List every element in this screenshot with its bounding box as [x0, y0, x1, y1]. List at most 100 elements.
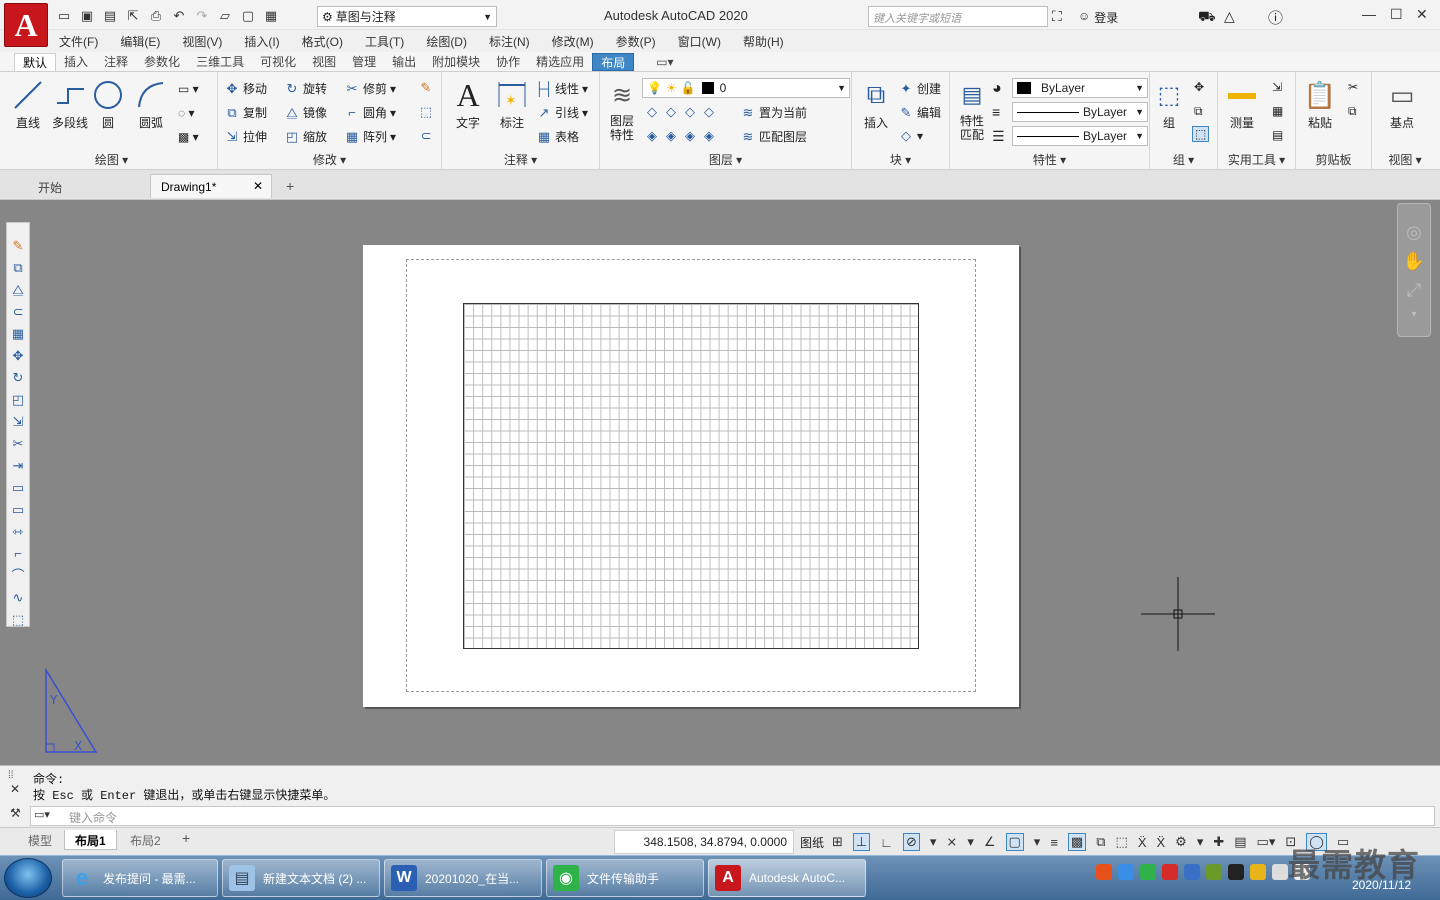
tab-annotate[interactable]: 注释 [96, 53, 136, 71]
panel-groups-title[interactable]: 组 ▾ [1150, 151, 1217, 168]
share-icon[interactable]: ▢ [240, 8, 256, 24]
table-button[interactable]: ▦ 表格 [536, 128, 579, 145]
new-tab-plus-icon[interactable]: + [286, 178, 294, 194]
polar-icon[interactable]: ⊘ [902, 833, 920, 851]
match-properties-button[interactable]: ▤ 特性 匹配 [954, 78, 990, 142]
3d-osnap-icon[interactable]: ⬚ [1116, 834, 1128, 850]
input-method-icon[interactable] [1096, 864, 1112, 880]
ribbon-options-icon[interactable]: ▭▾ [648, 53, 681, 71]
annotation-visibility-icon[interactable]: Ẍ [1156, 835, 1165, 850]
base-view-button[interactable]: ▭ 基点 [1378, 78, 1426, 131]
coordinates-readout[interactable]: 348.1508, 34.8794, 0.0000 [614, 830, 794, 854]
chevron-down-icon[interactable]: ▾ [1197, 834, 1204, 850]
offset-icon[interactable]: ⊂ [13, 303, 24, 320]
menu-dimension[interactable]: 标注(N) [478, 33, 541, 50]
tab-featured-apps[interactable]: 精选应用 [528, 53, 592, 71]
rotate-icon[interactable]: ↻ [13, 369, 24, 386]
explode-icon[interactable]: ⬚ [12, 611, 24, 628]
saveas-icon[interactable]: ▤ [102, 8, 118, 24]
set-current-button[interactable]: ≋ 置为当前 [740, 104, 807, 121]
calculator-icon[interactable]: ▤ [1272, 128, 1283, 142]
panel-properties-title[interactable]: 特性 ▾ [950, 151, 1149, 168]
color-dropdown[interactable]: ByLayer ▼ [1012, 78, 1148, 98]
tab-parametric[interactable]: 参数化 [136, 53, 188, 71]
pan-icon[interactable]: ✋ [1403, 251, 1425, 272]
paper-space-toggle[interactable]: 图纸 [800, 834, 824, 851]
menu-view[interactable]: 视图(V) [171, 33, 233, 50]
join-icon[interactable]: ▭ [12, 501, 24, 518]
login-button[interactable]: ☺ 登录 [1078, 9, 1118, 26]
menu-help[interactable]: 帮助(H) [732, 33, 795, 50]
binoculars-icon[interactable]: ⛶ [1052, 8, 1062, 25]
transparency-icon[interactable]: ▩ [1067, 833, 1087, 851]
lineweight-icon[interactable]: ≡ [1050, 835, 1058, 850]
network-app-icon[interactable] [1118, 864, 1134, 880]
tab-view[interactable]: 视图 [304, 53, 344, 71]
rectangle-icon[interactable]: ▭ ▾ [178, 82, 199, 96]
ellipse-icon[interactable]: ◌ ▾ [178, 106, 195, 120]
taskbar-item-word[interactable]: W 20201020_在当... [384, 859, 542, 897]
display-icon[interactable] [1272, 864, 1288, 880]
menu-parametric[interactable]: 参数(P) [605, 33, 667, 50]
erase-icon[interactable]: ✎ [13, 237, 24, 254]
undo-icon[interactable]: ↶ [171, 8, 187, 24]
tab-insert[interactable]: 插入 [56, 53, 96, 71]
selection-cycling-icon[interactable]: ⧉ [1096, 834, 1105, 850]
lineweight-dropdown[interactable]: ByLayer ▼ [1012, 102, 1148, 122]
quick-select-icon[interactable]: ⇲ [1272, 80, 1282, 94]
menu-modify[interactable]: 修改(M) [541, 33, 605, 50]
tab-layout2[interactable]: 布局2 [120, 830, 171, 850]
group-edit-icon[interactable]: ⧉ [1194, 104, 1203, 119]
tab-collaborate[interactable]: 协作 [488, 53, 528, 71]
wechat-tray-icon[interactable] [1140, 864, 1156, 880]
redo-icon[interactable]: ↷ [194, 8, 210, 24]
tray-app-icon[interactable] [1206, 864, 1222, 880]
export-icon[interactable]: ⇱ [125, 8, 141, 24]
close-icon[interactable]: ✕ [253, 179, 263, 193]
hatch-icon[interactable]: ▩ ▾ [178, 130, 199, 144]
tab-output[interactable]: 输出 [384, 53, 424, 71]
color-wheel-icon[interactable]: ◕ [992, 80, 1002, 98]
measure-button[interactable]: 测量 [1222, 78, 1262, 131]
linear-button[interactable]: ├┤ 线性 ▾ [535, 80, 588, 97]
menu-tools[interactable]: 工具(T) [354, 33, 415, 50]
chevron-down-icon[interactable]: ▾ [1034, 834, 1041, 850]
taskbar-item-notepad[interactable]: ▤ 新建文本文档 (2) ... [222, 859, 380, 897]
edit-block-button[interactable]: ✎ 编辑 [898, 104, 941, 121]
panel-layers-title[interactable]: 图层 ▾ [600, 151, 851, 168]
gear-icon[interactable]: ⚙ [1175, 834, 1187, 850]
panel-modify-title[interactable]: 修改 ▾ [218, 151, 441, 168]
tab-drawing1[interactable]: Drawing1* ✕ [150, 174, 272, 198]
command-input[interactable]: 键入命令 [30, 806, 1435, 826]
copy-button[interactable]: ⧉ 复制 [224, 104, 267, 121]
rotate-button[interactable]: ↻ 旋转 [284, 80, 327, 97]
panel-draw-title[interactable]: 绘图 ▾ [6, 151, 217, 168]
tab-addins[interactable]: 附加模块 [424, 53, 488, 71]
polyline-button[interactable]: 多段线 [50, 78, 90, 131]
steering-wheel-icon[interactable]: ◎ [1406, 222, 1422, 243]
tab-start[interactable]: 开始 [28, 174, 72, 198]
menu-draw[interactable]: 绘图(D) [415, 33, 478, 50]
tab-layout[interactable]: 布局 [592, 52, 635, 71]
taskbar-item-wechat[interactable]: ◉ 文件传输助手 [546, 859, 704, 897]
app-menu-button[interactable]: A [4, 3, 48, 47]
tab-manage[interactable]: 管理 [344, 53, 384, 71]
dimension-button[interactable]: ✶ 标注 [492, 78, 532, 131]
match-layer-button[interactable]: ≋ 匹配图层 [740, 128, 807, 145]
tab-model[interactable]: 模型 [18, 830, 62, 850]
tab-3d-tools[interactable]: 三维工具 [188, 53, 252, 71]
trim-button[interactable]: ✂ 修剪 ▾ [344, 80, 397, 97]
explode-icon[interactable]: ⬚ [418, 104, 434, 120]
start-button[interactable] [4, 858, 52, 898]
zoom-extents-icon[interactable]: ⤢ [1407, 280, 1421, 301]
close-button[interactable]: ✕ [1416, 6, 1428, 23]
copy-icon[interactable]: ⧉ [13, 259, 22, 276]
offset-icon[interactable]: ⊂ [418, 128, 434, 144]
panel-block-title[interactable]: 块 ▾ [852, 151, 949, 168]
maximize-button[interactable]: ☐ [1390, 6, 1403, 23]
plus-icon[interactable]: ✚ [1213, 834, 1224, 850]
qq-icon[interactable] [1250, 864, 1266, 880]
mirror-icon[interactable]: ⧋ [12, 281, 24, 298]
mirror-button[interactable]: ⧋ 镜像 [284, 104, 327, 121]
insert-block-button[interactable]: ⧉ 插入 [856, 78, 896, 131]
